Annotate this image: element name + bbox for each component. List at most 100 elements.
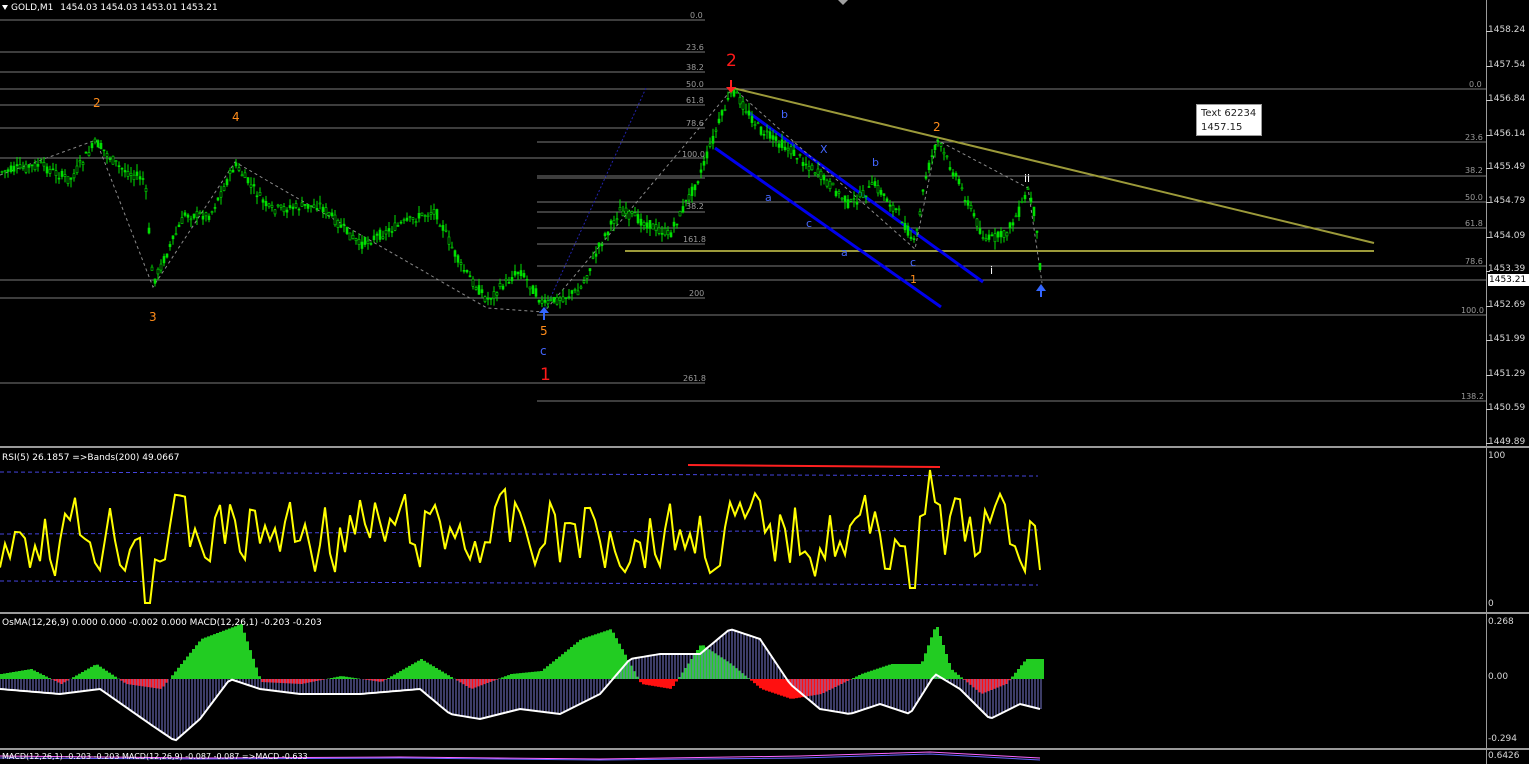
candle-body	[12, 165, 16, 172]
candle-body	[204, 212, 208, 217]
candle-body	[1014, 215, 1018, 218]
price-tick: 1458.24	[1488, 25, 1526, 35]
candle-body	[966, 200, 970, 206]
osma-bar	[255, 667, 258, 679]
candle-body	[408, 216, 412, 218]
candle-body	[240, 174, 244, 177]
osma-bar	[888, 664, 891, 679]
candle-body	[426, 214, 430, 218]
candle-body	[804, 163, 808, 166]
candle-body	[96, 140, 100, 148]
osma-bar	[42, 675, 45, 679]
candle-body	[945, 155, 949, 158]
osma-bar	[675, 679, 678, 682]
candle-body	[918, 211, 922, 216]
candle-body	[99, 142, 103, 149]
candle-body	[405, 217, 409, 221]
candle-body	[873, 181, 877, 187]
candle-body	[597, 242, 601, 247]
candle-body	[750, 116, 754, 123]
candle-body	[624, 207, 628, 215]
rsi-canvas[interactable]	[0, 448, 1486, 612]
osma-bar	[540, 671, 543, 679]
osma-bar	[9, 672, 12, 679]
osma-bar	[432, 666, 435, 679]
macd-header: OsMA(12,26,9) 0.000 0.000 -0.002 0.000 M…	[2, 618, 322, 628]
candle-body	[888, 204, 892, 207]
candle-body	[639, 218, 643, 226]
trendline[interactable]	[732, 87, 1375, 244]
candle-body	[849, 199, 853, 202]
candle-body	[117, 165, 121, 167]
candle-body	[324, 207, 328, 215]
candle-body	[144, 188, 148, 192]
candle-body	[87, 152, 91, 156]
osma-bar	[561, 654, 564, 679]
rsi-pane[interactable]: RSI(5) 26.1857 =>Bands(200) 49.0667	[0, 448, 1486, 612]
candle-body	[501, 285, 505, 290]
price-chart-canvas[interactable]	[0, 0, 1486, 446]
osma-bar	[645, 679, 648, 685]
osma-bar	[513, 673, 516, 679]
osma-bar	[525, 672, 528, 679]
candle-body	[606, 231, 610, 236]
macd-canvas[interactable]	[0, 614, 1486, 748]
osma-bar	[579, 639, 582, 679]
macd-pane[interactable]: OsMA(12,26,9) 0.000 0.000 -0.002 0.000 M…	[0, 614, 1486, 748]
fib-levels-right	[537, 88, 1486, 402]
candle-body	[726, 98, 730, 100]
osma-bar	[783, 679, 786, 697]
candle-body	[537, 299, 541, 303]
candle-body	[192, 213, 196, 219]
osma-bar	[222, 630, 225, 679]
osma-bar	[195, 645, 198, 679]
rsi-resistance-line[interactable]	[687, 464, 941, 468]
candle-body	[519, 270, 523, 277]
candle-body	[936, 140, 940, 143]
candle-body	[615, 218, 619, 221]
candle-body	[915, 229, 919, 231]
wave-label-major: 1	[540, 365, 551, 385]
rsi-scale[interactable]: 100 0	[1486, 448, 1529, 612]
osma-bar	[498, 678, 501, 679]
candle-body	[693, 184, 697, 191]
price-tick: 1455.49	[1488, 162, 1526, 172]
candle-body	[468, 275, 472, 278]
collapse-triangle-icon[interactable]	[2, 5, 8, 10]
macd-scale[interactable]: 0.268 0.00 -0.294	[1486, 614, 1529, 748]
candle-body	[264, 200, 268, 207]
osma-bar	[894, 664, 897, 679]
candle-body	[327, 212, 331, 216]
osma-bar	[546, 666, 549, 679]
candle-body	[399, 221, 403, 224]
candle-body	[66, 176, 70, 184]
candle-body	[708, 143, 712, 147]
candle-body	[921, 189, 925, 192]
candle-body	[273, 209, 277, 215]
osma-bar	[177, 667, 180, 679]
chart-shift-marker-icon[interactable]	[838, 0, 848, 5]
candle-body	[1011, 222, 1015, 226]
text-info-box[interactable]: Text 62234 1457.15	[1196, 104, 1262, 136]
candle-body	[153, 278, 157, 284]
bottom-indicator-pane[interactable]: MACD(12,26,1) -0.203 -0.203 MACD(12,26,9…	[0, 750, 1486, 764]
osma-bar	[933, 629, 936, 679]
price-scale[interactable]: 1458.24 1457.54 1456.84 1456.14 1455.49 …	[1486, 0, 1529, 446]
candle-body	[768, 131, 772, 139]
osma-bar	[951, 669, 954, 679]
price-chart-pane[interactable]: GOLD,M1 1454.03 1454.03 1453.01 1453.21 …	[0, 0, 1486, 446]
osma-bar	[330, 678, 333, 679]
candle-body	[504, 278, 508, 281]
candle-body	[384, 230, 388, 235]
osma-bar	[27, 669, 30, 679]
price-tick: 1450.59	[1488, 403, 1526, 413]
osma-bar	[99, 666, 102, 679]
candle-body	[132, 174, 136, 180]
fib-label: 50.0	[1465, 193, 1483, 202]
candle-body	[993, 233, 997, 243]
candle-body	[276, 204, 280, 207]
candle-body	[999, 231, 1003, 238]
fib-label: 0.0	[1469, 80, 1482, 89]
candle-body	[741, 101, 745, 110]
osma-bar	[882, 666, 885, 679]
